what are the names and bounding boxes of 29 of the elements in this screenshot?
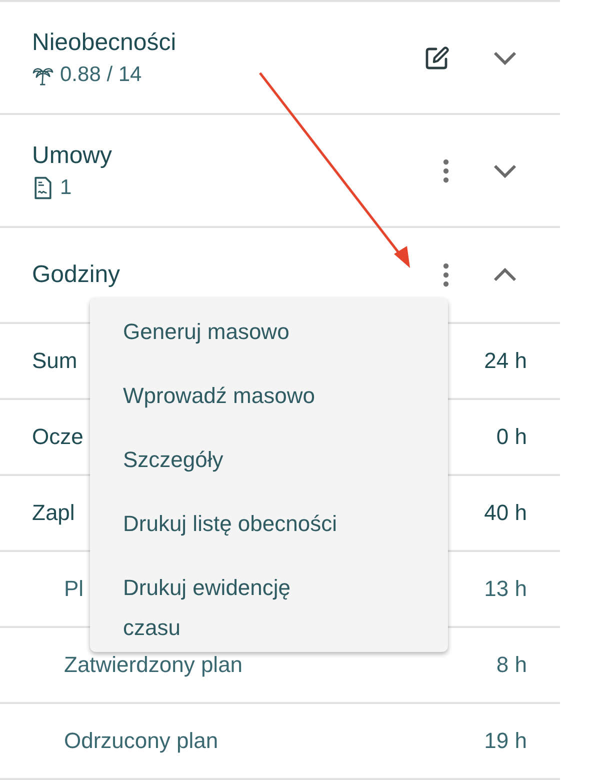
- row-label: Sum: [32, 348, 78, 374]
- row-value: 8 h: [496, 652, 527, 678]
- edit-icon[interactable]: [424, 44, 450, 70]
- more-options-icon[interactable]: [442, 262, 450, 288]
- row-label: Zatwierdzony plan: [64, 652, 243, 678]
- row-value: 40 h: [484, 500, 527, 526]
- collapse-icon[interactable]: [492, 267, 518, 283]
- section-summary: 1: [60, 176, 72, 200]
- row-value: 19 h: [484, 728, 527, 754]
- row-value: 0 h: [496, 424, 527, 450]
- row-value: 13 h: [484, 576, 527, 602]
- section-title: Godziny: [32, 261, 120, 289]
- section-summary: 0.88 / 14: [60, 62, 142, 86]
- expand-icon[interactable]: [492, 162, 518, 178]
- row-value: 24 h: [484, 348, 527, 374]
- section-title: Umowy: [32, 142, 112, 170]
- menu-item[interactable]: Wprowadź masowo: [90, 376, 448, 416]
- document-icon: [32, 176, 54, 200]
- row-label: Zapl: [32, 500, 75, 526]
- expand-icon[interactable]: [492, 50, 518, 66]
- menu-item[interactable]: Generuj masowo: [90, 312, 448, 352]
- row-label: Ocze: [32, 424, 84, 450]
- menu-item[interactable]: Drukuj listę obecności: [90, 504, 448, 544]
- more-options-icon[interactable]: [442, 158, 450, 184]
- menu-item[interactable]: Drukuj ewidencję czasu: [90, 568, 448, 648]
- row-label: Pl: [64, 576, 84, 602]
- section-title: Nieobecności: [32, 28, 176, 56]
- row-label: Odrzucony plan: [64, 728, 218, 754]
- menu-item[interactable]: Szczegóły: [90, 440, 448, 480]
